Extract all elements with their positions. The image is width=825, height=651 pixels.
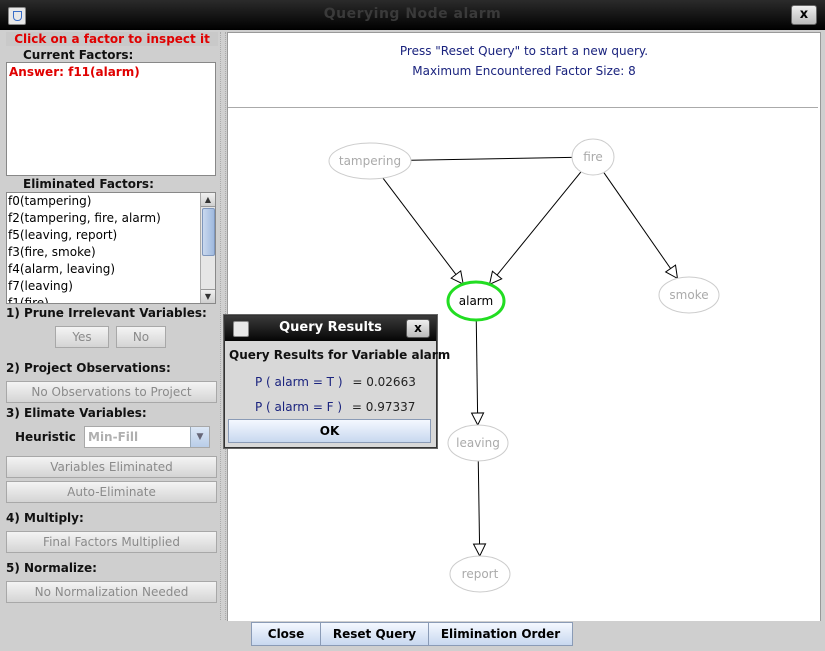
normalization-button[interactable]: No Normalization Needed	[6, 581, 217, 603]
answer-factor[interactable]: Answer: f11(alarm)	[9, 65, 140, 79]
edge-fire-smoke	[603, 172, 678, 278]
window-close-button[interactable]: x	[791, 5, 817, 25]
step-project-label: 2) Project Observations:	[6, 361, 171, 375]
eliminated-factor-item[interactable]: f4(alarm, leaving)	[7, 261, 215, 278]
close-button[interactable]: Close	[251, 622, 321, 646]
edge-tampering-alarm	[382, 177, 463, 284]
main-window: Querying Node alarm x Click on a factor …	[0, 0, 825, 651]
auto-eliminate-button[interactable]: Auto-Eliminate	[6, 481, 217, 503]
step-eliminate-label: 3) Elimate Variables:	[6, 406, 147, 420]
edge-alarm-leaving	[476, 319, 477, 425]
eliminated-factor-item[interactable]: f1(fire)	[7, 295, 215, 303]
ok-button[interactable]: OK	[228, 419, 431, 443]
variables-eliminated-button[interactable]: Variables Eliminated	[6, 456, 217, 478]
result-row-true: P ( alarm = T ) = 0.02663	[255, 375, 416, 389]
node-fire[interactable]: fire	[571, 138, 615, 176]
eliminated-factor-item[interactable]: f5(leaving, report)	[7, 227, 215, 244]
project-observations-button[interactable]: No Observations to Project	[6, 381, 217, 403]
eliminated-factors-list[interactable]: f0(tampering) f2(tampering, fire, alarm) f…	[6, 192, 216, 304]
query-results-dialog: Query Results x Query Results for Variab…	[224, 315, 450, 448]
results-heading: Query Results for Variable alarm	[229, 348, 451, 362]
heuristic-label: Heuristic	[15, 430, 76, 444]
eliminated-factor-item[interactable]: f3(fire, smoke)	[7, 244, 215, 261]
chevron-down-icon[interactable]: ▼	[190, 427, 209, 447]
reset-query-button[interactable]: Reset Query	[320, 622, 429, 646]
elimination-order-button[interactable]: Elimination Order	[428, 622, 573, 646]
heuristic-value: Min-Fill	[88, 430, 139, 444]
scroll-thumb[interactable]	[202, 208, 215, 256]
result-value: = 0.02663	[352, 375, 416, 389]
step-prune-label: 1) Prune Irrelevant Variables:	[6, 306, 207, 320]
reset-instruction: Press "Reset Query" to start a new query…	[399, 44, 649, 58]
node-report[interactable]: report	[449, 555, 511, 593]
eliminated-factors-scrollbar[interactable]: ▲ ▼	[200, 193, 215, 303]
node-label: report	[462, 567, 499, 581]
dialog-close-button[interactable]: x	[406, 319, 430, 338]
result-value: = 0.97337	[351, 400, 416, 414]
node-label: leaving	[456, 436, 500, 450]
edge-leaving-report	[478, 460, 479, 556]
result-row-false: P ( alarm = F ) = 0.97337	[255, 400, 415, 414]
heuristic-select[interactable]: Min-Fill ▼	[84, 426, 210, 448]
left-panel: Click on a factor to inspect it Current …	[6, 32, 218, 622]
edge-tampering-fire	[410, 156, 573, 161]
scroll-down-arrow-icon[interactable]: ▼	[201, 289, 215, 303]
edge-fire-alarm	[490, 171, 582, 285]
current-factors-list[interactable]: Answer: f11(alarm)	[6, 62, 216, 176]
node-label: fire	[583, 150, 603, 164]
step-normalize-label: 5) Normalize:	[6, 561, 97, 575]
scroll-up-arrow-icon[interactable]: ▲	[201, 193, 215, 207]
node-label: smoke	[669, 288, 708, 302]
window-title: Querying Node alarm	[323, 6, 502, 22]
node-label: tampering	[339, 154, 401, 168]
window-titlebar[interactable]: Querying Node alarm x	[0, 0, 825, 30]
node-tampering[interactable]: tampering	[328, 142, 412, 180]
eliminated-factor-item[interactable]: f2(tampering, fire, alarm)	[7, 210, 215, 227]
dialog-titlebar[interactable]: Query Results x	[225, 316, 436, 341]
java-app-icon	[233, 321, 249, 337]
eliminated-factors-label: Eliminated Factors:	[23, 177, 154, 191]
node-label: alarm	[459, 294, 493, 308]
eliminated-factor-item[interactable]: f0(tampering)	[7, 193, 215, 210]
final-factors-multiplied-button[interactable]: Final Factors Multiplied	[6, 531, 217, 553]
result-label: P ( alarm = T )	[255, 375, 343, 389]
step-multiply-label: 4) Multiply:	[6, 511, 84, 525]
node-smoke[interactable]: smoke	[658, 276, 720, 314]
eliminated-factor-item[interactable]: f7(leaving)	[7, 278, 215, 295]
bottom-button-bar: Close Reset Query Elimination Order	[0, 621, 825, 651]
node-leaving[interactable]: leaving	[447, 424, 509, 462]
result-label: P ( alarm = F )	[255, 400, 343, 414]
max-factor-size: Maximum Encountered Factor Size: 8	[412, 64, 636, 78]
inspect-hint: Click on a factor to inspect it	[6, 32, 218, 46]
dialog-title: Query Results	[279, 320, 382, 335]
current-factors-label: Current Factors:	[23, 48, 134, 62]
prune-no-button[interactable]: No	[116, 326, 166, 348]
node-alarm[interactable]: alarm	[446, 280, 506, 322]
prune-yes-button[interactable]: Yes	[55, 326, 109, 348]
